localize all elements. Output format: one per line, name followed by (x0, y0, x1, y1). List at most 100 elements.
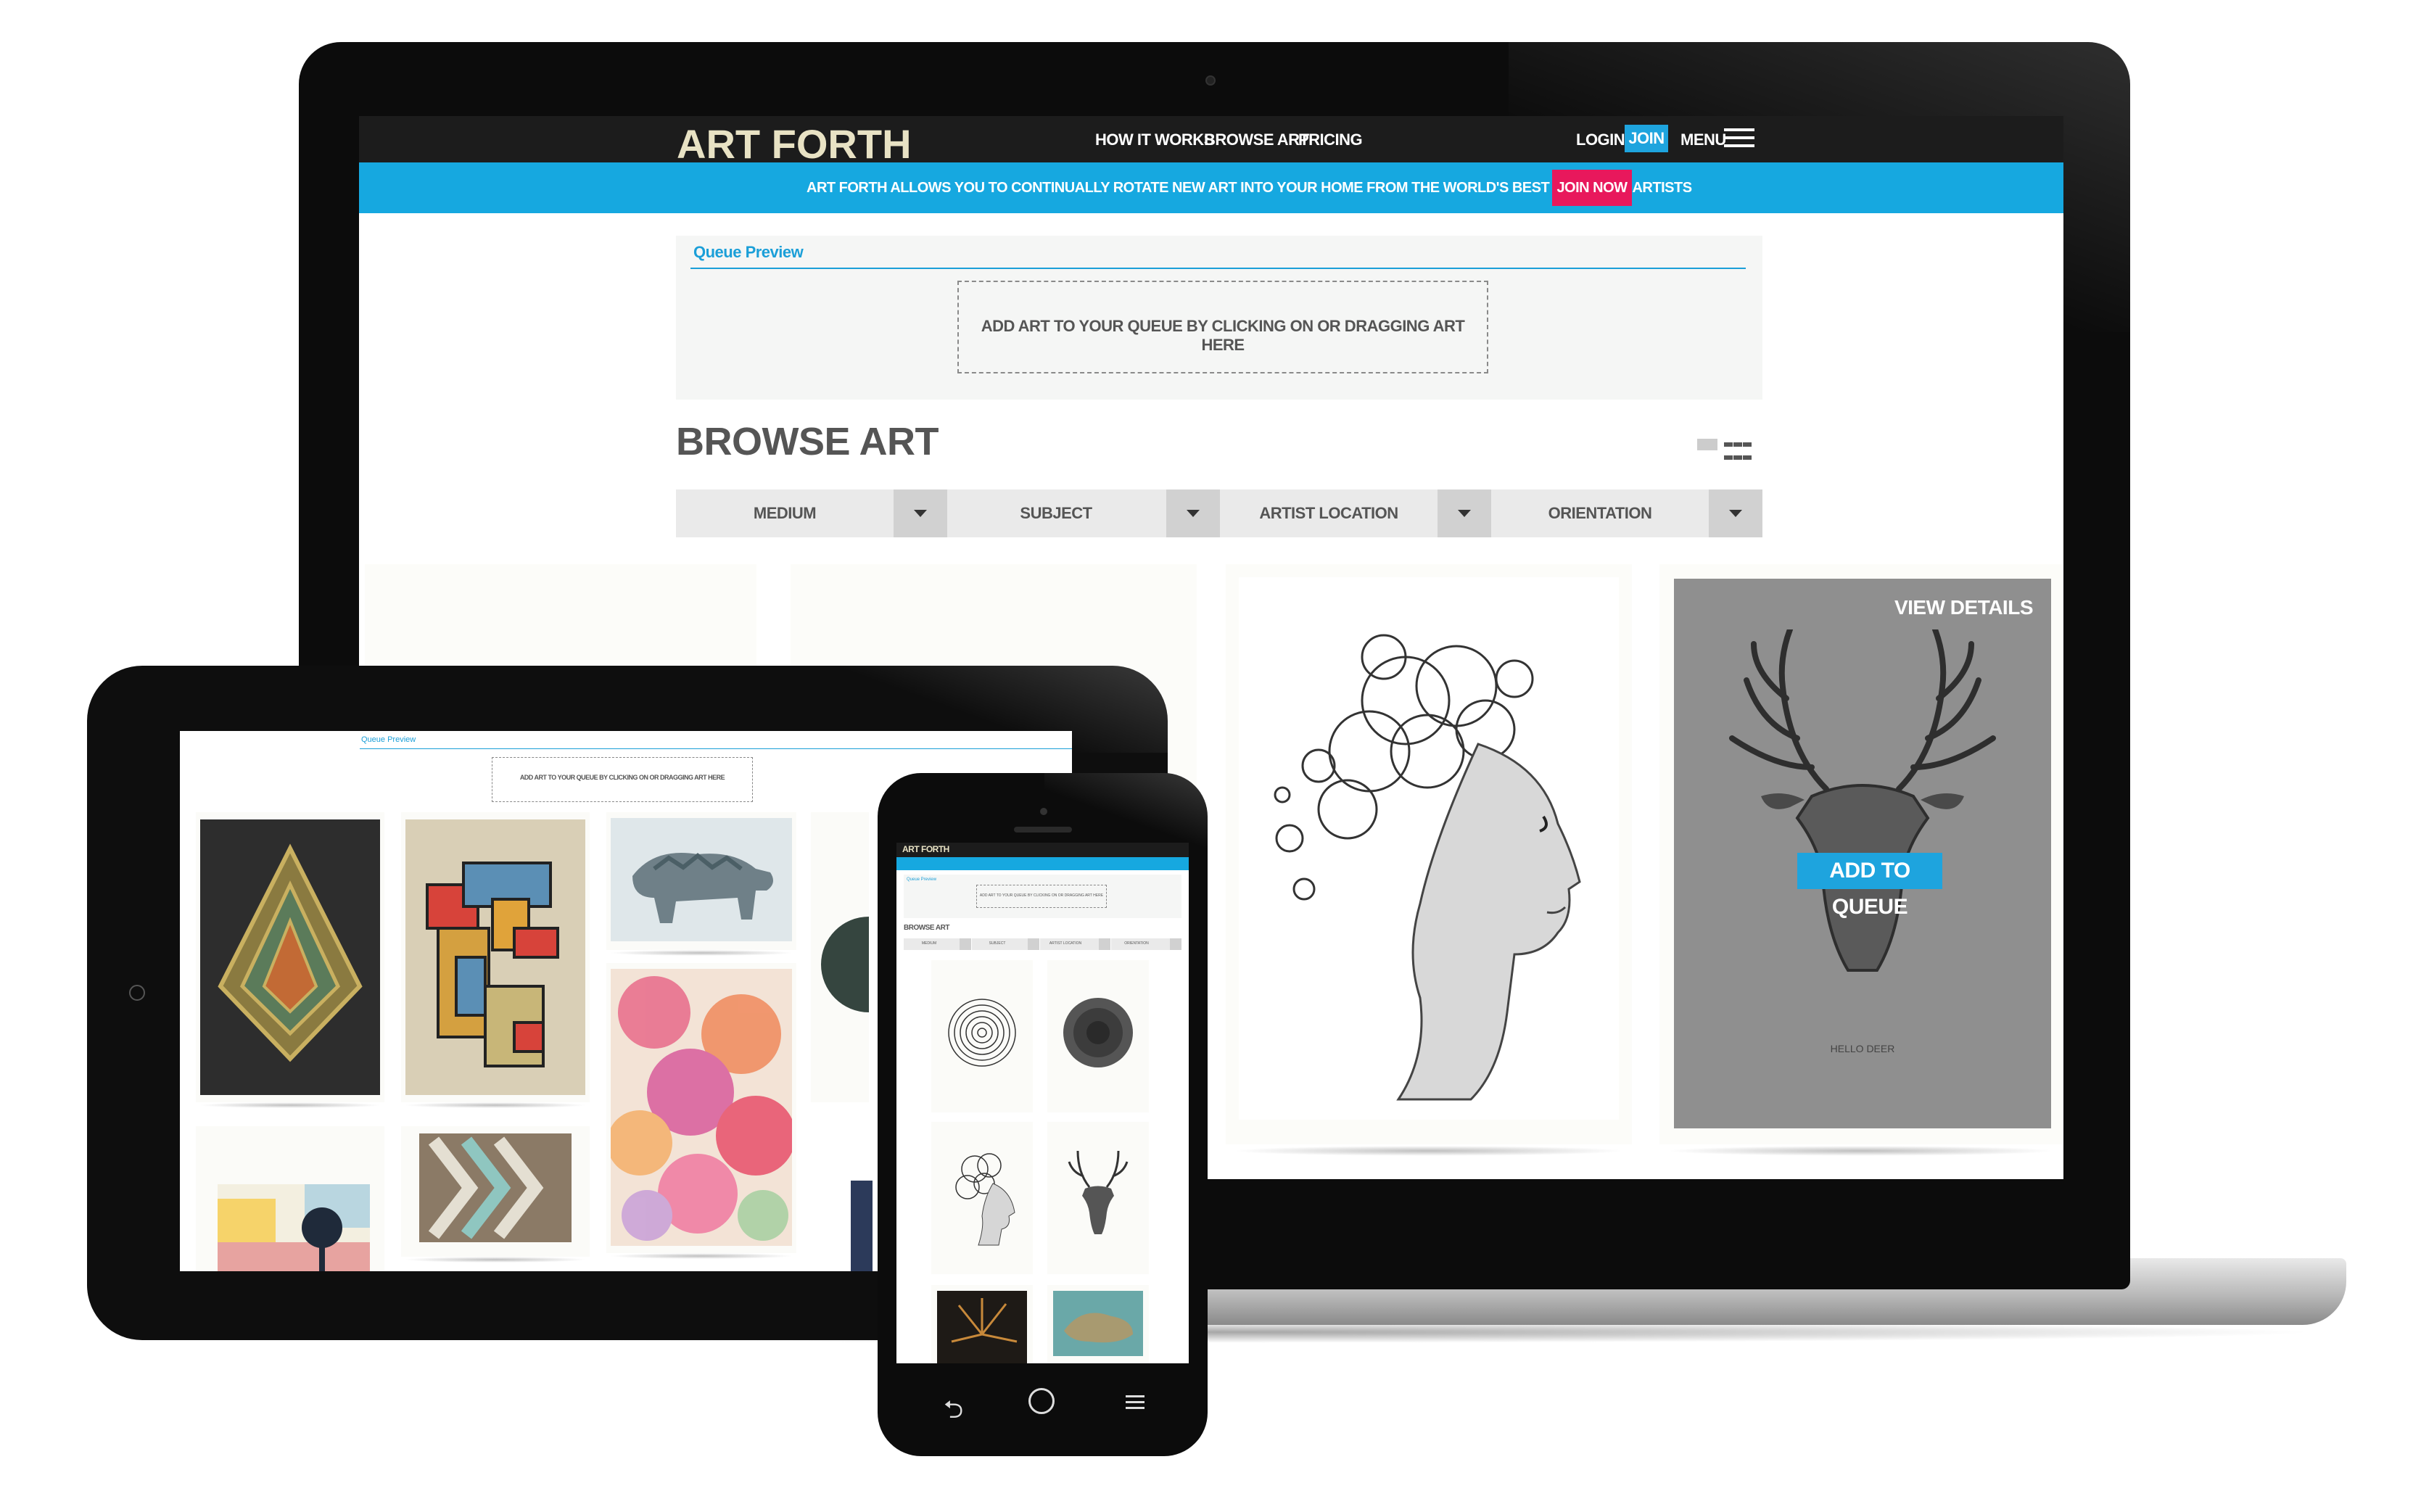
queue-preview: Queue Preview ADD ART TO YOUR QUEUE BY C… (676, 236, 1762, 400)
art-card-deer[interactable]: VIEW DETAILS ADD TO QUEUE HELLO DEER (1659, 564, 2062, 1156)
queue-drop-text: ADD ART TO YOUR QUEUE BY CLICKING ON OR … (981, 317, 1465, 354)
filter-artist-location[interactable]: ARTIST LOCATION (1040, 938, 1110, 950)
filter-artist-location-label: ARTIST LOCATION (1049, 941, 1082, 946)
phone-screen: ART FORTH Queue Preview ADD ART TO YOUR … (896, 843, 1189, 1363)
filter-orientation-label: ORIENTATION (1124, 941, 1149, 946)
browse-art-title: BROWSE ART (904, 924, 949, 932)
card-shadow (404, 1102, 587, 1108)
art-card[interactable] (931, 1285, 1033, 1363)
speaker-icon (1014, 827, 1072, 833)
home-button-icon (129, 985, 145, 1001)
art-caption: HELLO DEER (1830, 1043, 1895, 1054)
menu-icon[interactable] (1126, 1395, 1144, 1410)
chevron-down-icon[interactable] (1028, 938, 1039, 950)
back-icon[interactable]: ⮌ (944, 1392, 963, 1434)
curly-portrait-artwork (1274, 634, 1581, 1101)
filter-orientation[interactable]: ORIENTATION (1111, 938, 1181, 950)
grid-view-icon[interactable] (1724, 439, 1756, 460)
art-card[interactable] (931, 1122, 1033, 1274)
filter-subject-label: SUBJECT (989, 941, 1006, 946)
nav-browse-art[interactable]: BROWSE ART (1204, 131, 1309, 149)
filter-artist-location[interactable]: ARTIST LOCATION (1220, 489, 1491, 537)
login-link[interactable]: LOGIN (1576, 131, 1625, 149)
site-logo[interactable]: ART FORTH (677, 120, 912, 168)
art-card[interactable] (1047, 960, 1149, 1112)
camera-icon (1205, 75, 1216, 86)
promo-banner: ART FORTH ALLOWS YOU TO CONTINUALLY ROTA… (359, 162, 2063, 213)
art-card[interactable] (1047, 1122, 1149, 1274)
card-shadow (1233, 1146, 1625, 1156)
filter-medium-label: MEDIUM (921, 941, 937, 946)
art-card[interactable] (196, 812, 384, 1108)
block-composition-artwork (405, 819, 585, 1095)
geometric-triangle-artwork (200, 819, 380, 1095)
queue-drop-text: ADD ART TO YOUR QUEUE BY CLICKING ON OR … (519, 774, 725, 781)
queue-preview-title: Queue Preview (693, 243, 804, 261)
card-shadow (404, 1257, 587, 1263)
chevron-down-icon[interactable] (1170, 938, 1181, 950)
card-shadow (609, 950, 793, 956)
view-details-link[interactable]: VIEW DETAILS (1674, 596, 2034, 619)
list-view-icon[interactable] (1697, 439, 1717, 450)
menu-label[interactable]: MENU (1680, 131, 1726, 149)
art-card[interactable] (811, 812, 869, 1102)
filter-orientation[interactable]: ORIENTATION (1491, 489, 1762, 537)
nav-how-it-works[interactable]: HOW IT WORKS (1095, 131, 1214, 149)
queue-preview-title: Queue Preview (361, 735, 416, 744)
art-card[interactable] (401, 1126, 590, 1263)
card-hover-overlay[interactable]: VIEW DETAILS ADD TO QUEUE HELLO DEER (1674, 579, 2051, 1128)
queue-preview: Queue Preview ADD ART TO YOUR QUEUE BY C… (904, 875, 1181, 918)
art-card[interactable] (931, 960, 1033, 1112)
card-shadow (199, 1102, 381, 1108)
hamburger-icon[interactable] (1724, 128, 1754, 150)
art-card[interactable] (1047, 1285, 1149, 1363)
chevron-down-icon[interactable] (1166, 489, 1220, 537)
deer-head-artwork (1729, 629, 1996, 972)
filter-subject[interactable]: SUBJECT (972, 938, 1039, 950)
top-nav: ART FORTH (896, 843, 1189, 857)
chevron-down-icon[interactable] (1099, 938, 1110, 950)
card-shadow (609, 1253, 793, 1259)
queue-drop-zone[interactable]: ADD ART TO YOUR QUEUE BY CLICKING ON OR … (957, 281, 1488, 373)
card-shadow (1667, 1146, 2055, 1156)
join-button[interactable]: JOIN (1625, 125, 1668, 152)
art-frame (1239, 577, 1619, 1120)
browse-art-title: BROWSE ART (676, 420, 939, 463)
filter-subject[interactable]: SUBJECT (947, 489, 1220, 537)
art-card[interactable] (606, 812, 796, 956)
underwater-artwork (1053, 1291, 1143, 1356)
art-card-portrait[interactable] (1226, 564, 1632, 1156)
deer-head-artwork (1068, 1150, 1129, 1234)
queue-drop-zone[interactable]: ADD ART TO YOUR QUEUE BY CLICKING ON OR … (492, 757, 753, 802)
floral-watercolor-artwork (611, 969, 792, 1246)
filter-subject-label: SUBJECT (1020, 504, 1092, 522)
site-logo[interactable]: ART FORTH (902, 844, 949, 854)
queue-divider (690, 268, 1746, 269)
chevron-down-icon[interactable] (894, 489, 947, 537)
art-card[interactable] (196, 1126, 384, 1271)
filter-medium[interactable]: MEDIUM (676, 489, 947, 537)
art-card[interactable] (606, 963, 796, 1259)
chevron-down-icon[interactable] (1709, 489, 1762, 537)
queue-drop-text: ADD ART TO YOUR QUEUE BY CLICKING ON OR … (979, 893, 1104, 898)
chevron-down-icon[interactable] (1438, 489, 1491, 537)
power-icon[interactable] (1028, 1388, 1055, 1414)
chevron-wood-artwork (419, 1133, 572, 1242)
curly-portrait-artwork (955, 1153, 1015, 1246)
filter-artist-location-label: ARTIST LOCATION (1259, 504, 1398, 522)
nav-pricing[interactable]: PRICING (1298, 131, 1363, 149)
join-now-button[interactable]: JOIN NOW (1552, 170, 1632, 206)
art-card[interactable] (401, 812, 590, 1108)
chevron-down-icon[interactable] (960, 938, 971, 950)
queue-preview-title: Queue Preview (907, 877, 937, 882)
queue-divider (360, 748, 1072, 749)
polar-bear-artwork (611, 818, 792, 941)
add-to-queue-button[interactable]: ADD TO QUEUE (1797, 853, 1942, 919)
top-nav: ART FORTH HOW IT WORKS BROWSE ART PRICIN… (359, 116, 2063, 167)
queue-drop-zone[interactable]: ADD ART TO YOUR QUEUE BY CLICKING ON OR … (976, 885, 1107, 908)
filter-medium[interactable]: MEDIUM (904, 938, 971, 950)
promo-banner (896, 857, 1189, 870)
filter-medium-label: MEDIUM (753, 504, 817, 522)
city-artwork[interactable] (851, 1181, 873, 1271)
ring-lines-artwork (948, 999, 1016, 1067)
